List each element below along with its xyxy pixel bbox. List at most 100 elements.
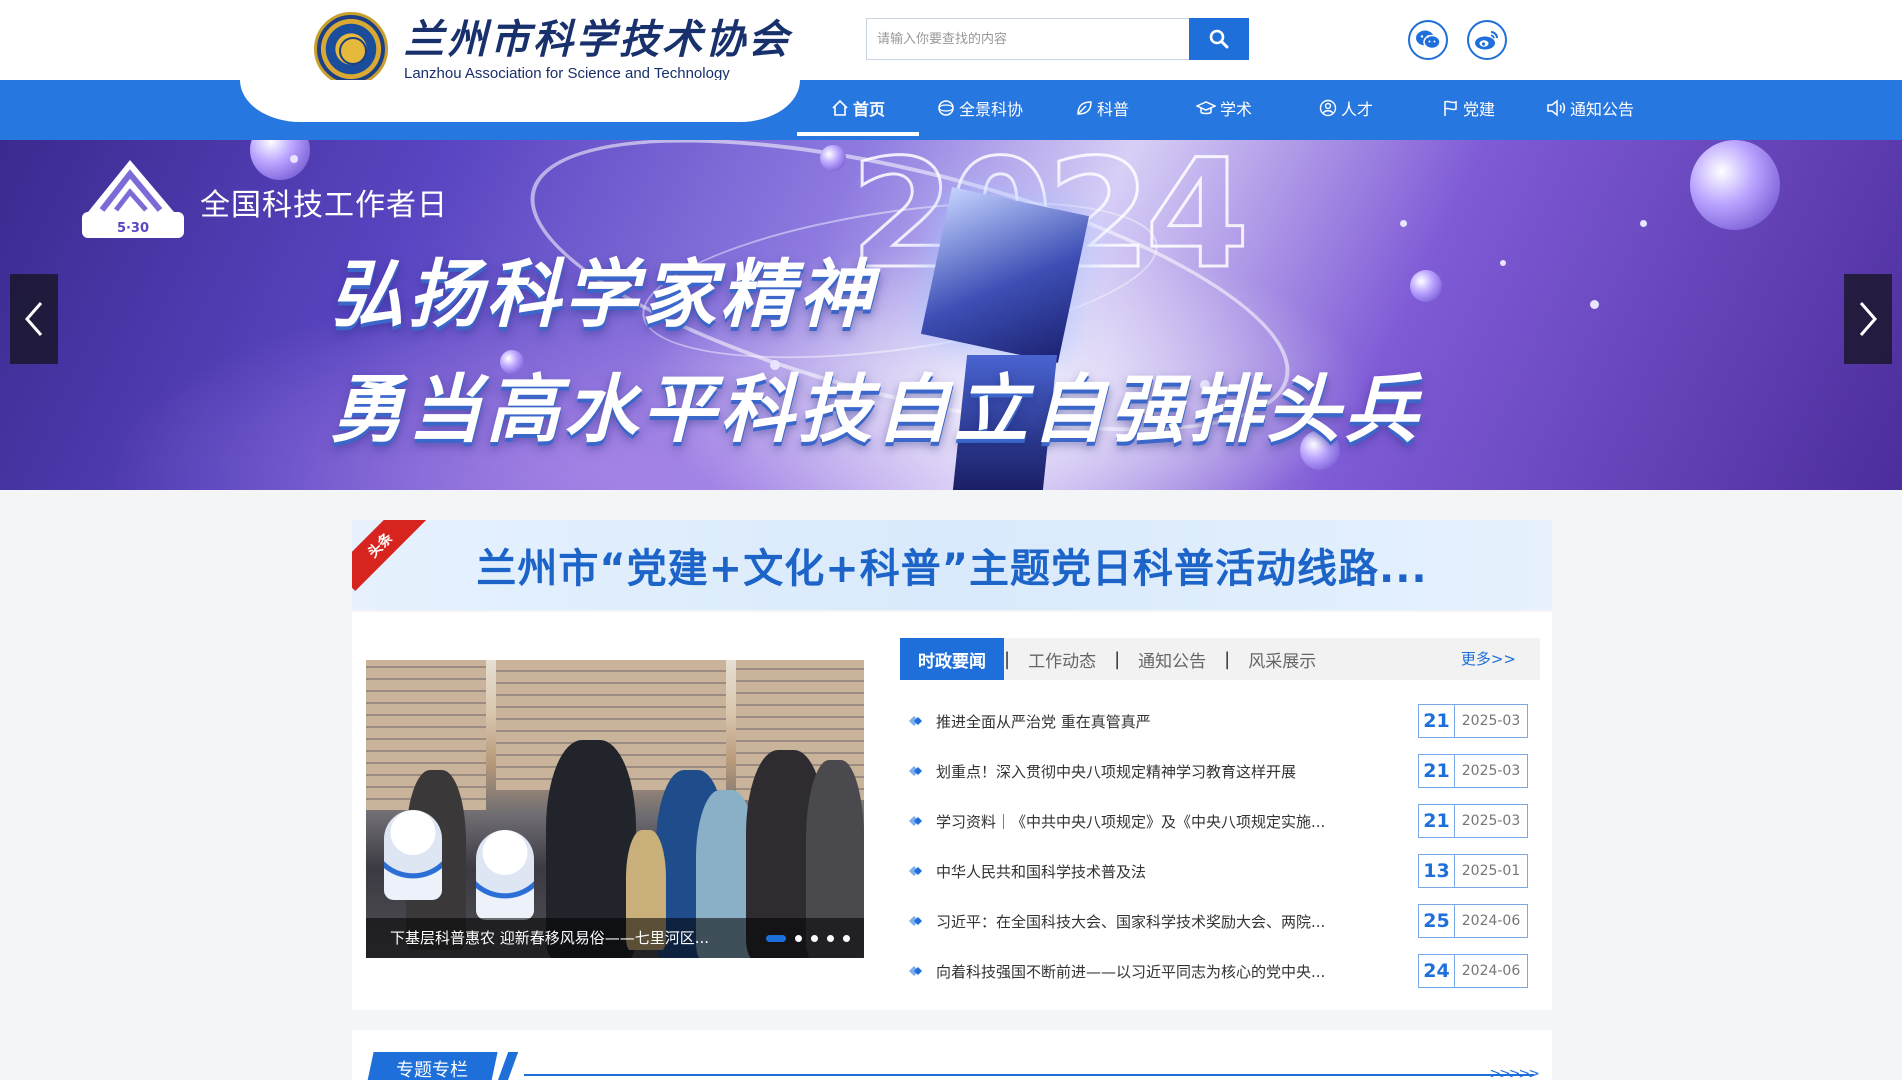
diamond-bullet-icon bbox=[909, 766, 922, 776]
news-item[interactable]: 推进全面从严治党 重在真管真严 21 2025-03 bbox=[908, 696, 1528, 746]
site-logo[interactable]: 兰州市科学技术协会 Lanzhou Association for Scienc… bbox=[314, 12, 791, 86]
panorama-icon bbox=[938, 100, 954, 116]
news-date-day: 24 bbox=[1419, 955, 1455, 987]
carousel-dot[interactable] bbox=[811, 935, 818, 942]
science-workers-day-logo-icon: 5·30 bbox=[82, 160, 184, 238]
diamond-bullet-icon bbox=[909, 966, 922, 976]
banner-slogan-line2: 勇当高水平科技自立自强排头兵 bbox=[330, 367, 1422, 453]
nav-item-label: 人才 bbox=[1340, 100, 1373, 119]
news-date-day: 25 bbox=[1419, 905, 1455, 937]
carousel-dots bbox=[757, 935, 850, 942]
more-link[interactable]: 更多>> bbox=[1461, 638, 1516, 680]
diamond-bullet-icon bbox=[909, 716, 922, 726]
photo-robot bbox=[384, 810, 442, 900]
banner-particle bbox=[290, 155, 298, 163]
banner-particle bbox=[1590, 300, 1599, 309]
news-date-day: 21 bbox=[1419, 755, 1455, 787]
top-header: 兰州市科学技术协会 Lanzhou Association for Scienc… bbox=[0, 0, 1902, 86]
photo-robot bbox=[476, 830, 534, 920]
speaker-icon bbox=[1547, 99, 1566, 117]
nav-item-label: 学术 bbox=[1219, 100, 1252, 119]
banner-sphere bbox=[250, 140, 310, 180]
news-date-month: 2025-03 bbox=[1461, 813, 1521, 829]
nav-item-label: 科普 bbox=[1096, 100, 1129, 119]
banner-slogan-line1: 弘扬科学家精神 bbox=[330, 252, 876, 338]
banner-prev-button[interactable] bbox=[10, 274, 58, 364]
nav-item-talent[interactable]: 人才 bbox=[1285, 80, 1407, 136]
nav-logo-curve bbox=[240, 80, 800, 122]
nav-item-home[interactable]: 首页 bbox=[797, 80, 919, 136]
logo-text: 兰州市科学技术协会 Lanzhou Association for Scienc… bbox=[404, 15, 791, 82]
news-date: 21 2025-03 bbox=[1418, 804, 1528, 838]
news-title: 推进全面从严治党 重在真管真严 bbox=[936, 712, 1151, 731]
special-column-arrows: >>>>> bbox=[1489, 1066, 1540, 1080]
news-list: 推进全面从严治党 重在真管真严 21 2025-03 划重点！深入贯彻中央八项规… bbox=[908, 696, 1528, 996]
nav-item-notices[interactable]: 通知公告 bbox=[1529, 80, 1651, 136]
graduation-cap-icon bbox=[1195, 101, 1216, 115]
news-photo-carousel[interactable]: 下基层科普惠农 迎新春移风易俗——七里河区... bbox=[366, 660, 864, 958]
news-panel: 下基层科普惠农 迎新春移风易俗——七里河区... 时政要闻 | 工作动态 | 通… bbox=[352, 612, 1552, 1010]
special-column-divider bbox=[524, 1074, 1534, 1076]
news-date-day: 13 bbox=[1419, 855, 1455, 887]
leaf-icon bbox=[1077, 101, 1092, 115]
chevron-left-icon bbox=[25, 302, 43, 336]
flag-icon bbox=[1444, 100, 1457, 116]
banner-particle bbox=[1400, 220, 1407, 227]
carousel-dot[interactable] bbox=[766, 935, 786, 942]
diamond-bullet-icon bbox=[909, 866, 922, 876]
tab-current-affairs[interactable]: 时政要闻 bbox=[900, 638, 1004, 680]
nav-item-party-building[interactable]: 党建 bbox=[1407, 80, 1529, 136]
talent-icon bbox=[1319, 99, 1337, 117]
tab-notices[interactable]: 通知公告 bbox=[1120, 638, 1224, 680]
carousel-dot[interactable] bbox=[843, 935, 850, 942]
tab-work-updates[interactable]: 工作动态 bbox=[1010, 638, 1114, 680]
news-date-month: 2025-03 bbox=[1461, 763, 1521, 779]
diamond-bullet-icon bbox=[909, 916, 922, 926]
special-column-title[interactable]: 专题专栏 bbox=[366, 1052, 498, 1080]
wechat-icon bbox=[1416, 30, 1441, 50]
wechat-button[interactable] bbox=[1408, 20, 1448, 60]
org-name-en: Lanzhou Association for Science and Tech… bbox=[404, 64, 730, 82]
news-item[interactable]: 划重点！深入贯彻中央八项规定精神学习教育这样开展 21 2025-03 bbox=[908, 746, 1528, 796]
news-date-month: 2024-06 bbox=[1461, 913, 1521, 929]
badge-date: 5·30 bbox=[117, 221, 149, 236]
home-icon bbox=[832, 99, 848, 116]
banner-particle bbox=[1640, 220, 1647, 227]
hero-banner[interactable]: 2024 5·30 全国科技工作者日 弘扬科学家精神 勇当高水平科技自立自强排头… bbox=[0, 140, 1902, 490]
search-input[interactable] bbox=[866, 18, 1189, 60]
news-item[interactable]: 向着科技强国不断前进——以习近平同志为核心的党中央... 24 2024-06 bbox=[908, 946, 1528, 996]
banner-next-button[interactable] bbox=[1844, 274, 1892, 364]
news-date: 21 2025-03 bbox=[1418, 754, 1528, 788]
chevron-right-icon bbox=[1859, 302, 1877, 336]
nav-item-panorama[interactable]: 全景科协 bbox=[919, 80, 1041, 136]
news-item[interactable]: 习近平：在全国科技大会、国家科学技术奖励大会、两院... 25 2024-06 bbox=[908, 896, 1528, 946]
search-button[interactable] bbox=[1189, 18, 1249, 60]
tab-showcase[interactable]: 风采展示 bbox=[1230, 638, 1334, 680]
news-date-day: 21 bbox=[1419, 705, 1455, 737]
news-item[interactable]: 中华人民共和国科学技术普及法 13 2025-01 bbox=[908, 846, 1528, 896]
news-title: 划重点！深入贯彻中央八项规定精神学习教育这样开展 bbox=[936, 762, 1297, 781]
main-nav: 首页 全景科协 科普 学术 人才 党建 通知公告 bbox=[797, 80, 1651, 136]
news-date-month: 2024-06 bbox=[1461, 963, 1521, 979]
news-tabs: 时政要闻 | 工作动态 | 通知公告 | 风采展示 更多>> bbox=[900, 638, 1540, 680]
headline-title-link[interactable]: 兰州市“党建+文化+科普”主题党日科普活动线路... bbox=[352, 520, 1552, 610]
news-item[interactable]: 学习资料｜《中共中央八项规定》及《中央八项规定实施... 21 2025-03 bbox=[908, 796, 1528, 846]
banner-particle bbox=[1500, 260, 1506, 266]
carousel-dot[interactable] bbox=[827, 935, 834, 942]
news-title: 中华人民共和国科学技术普及法 bbox=[936, 862, 1147, 881]
news-date-day: 21 bbox=[1419, 805, 1455, 837]
news-title: 学习资料｜《中共中央八项规定》及《中央八项规定实施... bbox=[936, 812, 1326, 831]
nav-item-science-popularization[interactable]: 科普 bbox=[1041, 80, 1163, 136]
news-date-month: 2025-03 bbox=[1461, 713, 1521, 729]
special-column-section: 专题专栏 >>>>> bbox=[352, 1030, 1552, 1080]
association-emblem-icon bbox=[314, 12, 388, 86]
weibo-button[interactable] bbox=[1467, 20, 1507, 60]
nav-item-label: 党建 bbox=[1462, 100, 1495, 119]
carousel-dot[interactable] bbox=[795, 935, 802, 942]
nav-item-label: 通知公告 bbox=[1569, 100, 1634, 119]
org-name-cn: 兰州市科学技术协会 bbox=[404, 15, 791, 63]
nav-item-label: 全景科协 bbox=[958, 100, 1023, 119]
diamond-bullet-icon bbox=[909, 816, 922, 826]
nav-item-academic[interactable]: 学术 bbox=[1163, 80, 1285, 136]
news-date: 21 2025-03 bbox=[1418, 704, 1528, 738]
